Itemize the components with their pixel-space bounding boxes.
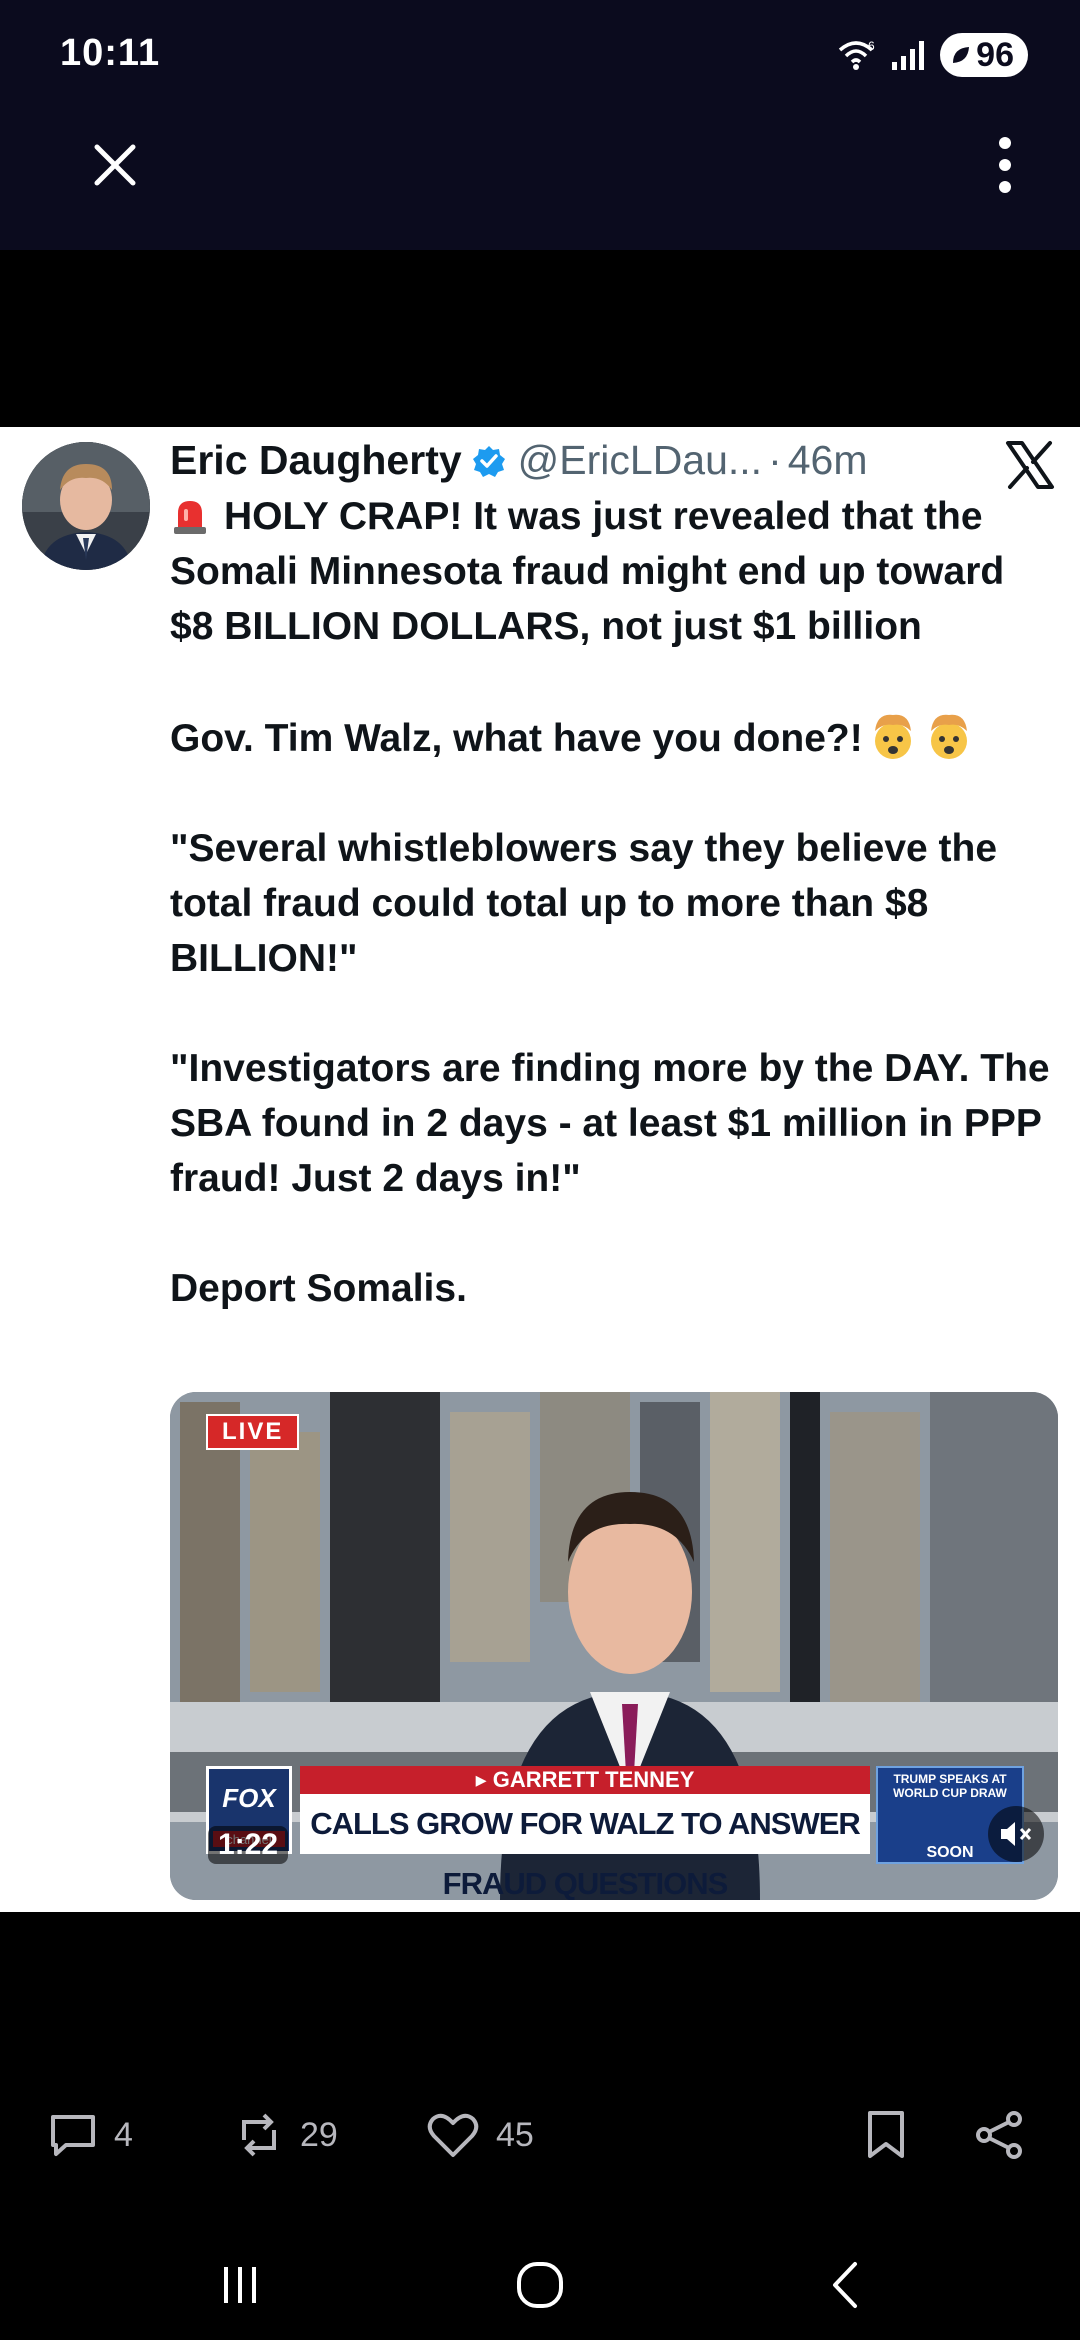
top-bar: 10:11 6 96 (0, 0, 1080, 250)
tweet-video[interactable]: LIVE FOX channel ▸ GARRETT TENNEY CALLS … (170, 1392, 1058, 2327)
news-ticker: FOX channel ▸ GARRETT TENNEY CALLS GROW … (170, 1766, 1058, 1900)
repost-button[interactable]: 29 (234, 2100, 338, 2170)
promo-text: TRUMP SPEAKS AT WORLD CUP DRAW (893, 1772, 1007, 1800)
tweet-paragraph-2: Gov. Tim Walz, what have you done?! (170, 717, 863, 760)
close-button[interactable] (80, 130, 150, 200)
exploding-head-emoji-icon (874, 714, 911, 759)
share-button[interactable] (974, 2100, 1024, 2170)
volume-muted-icon (1001, 1822, 1032, 1846)
heart-icon (427, 2113, 479, 2157)
more-vertical-icon (999, 137, 1011, 193)
tweet-paragraph-3: "Several whistleblowers say they believe… (170, 827, 998, 980)
home-icon (517, 2262, 563, 2308)
like-button[interactable]: 45 (426, 2100, 534, 2170)
video-duration: 1:22 (208, 1826, 289, 1864)
exploding-head-emoji-icon (930, 714, 967, 759)
status-icons: 6 96 (836, 30, 1028, 80)
live-badge: LIVE (206, 1414, 300, 1450)
signal-icon (892, 41, 925, 70)
recent-apps-icon (224, 2267, 256, 2303)
action-bar: 4 29 45 (0, 2100, 1080, 2180)
reply-icon (51, 2115, 95, 2156)
bookmark-icon (868, 2111, 904, 2158)
reporter-name: ▸ GARRETT TENNEY (300, 1766, 870, 1794)
tweet-paragraph: Gov. Tim Walz, what have you done?! (170, 709, 1050, 766)
status-time: 10:11 (60, 32, 161, 74)
tweet-paragraph-5: Deport Somalis. (170, 1267, 467, 1310)
svg-text:FOX: FOX (222, 1783, 277, 1813)
home-button[interactable] (505, 2250, 575, 2320)
like-count: 45 (496, 2115, 534, 2154)
battery-indicator: 96 (940, 33, 1028, 77)
leaf-icon (953, 47, 970, 63)
wifi-icon: 6 (839, 39, 875, 70)
meta-separator: · (768, 437, 782, 483)
more-options-button[interactable] (970, 130, 1040, 200)
mute-button[interactable] (988, 1806, 1044, 1862)
tweet-paragraph-1: HOLY CRAP! It was just revealed that the… (170, 495, 1005, 648)
tweet-paragraph: HOLY CRAP! It was just revealed that the… (170, 489, 1050, 654)
x-logo-icon (1006, 441, 1054, 489)
tweet-time: 46m (787, 437, 868, 483)
repost-icon (242, 2113, 276, 2157)
battery-level: 96 (976, 35, 1014, 74)
tweet-card[interactable]: Eric Daugherty @EricLDau... · 46m HOLY C… (0, 427, 1080, 1912)
ticker-headline: CALLS GROW FOR WALZ TO ANSWER FRAUD QUES… (300, 1794, 870, 1900)
video-player[interactable]: LIVE FOX channel ▸ GARRETT TENNEY CALLS … (170, 1392, 1058, 1900)
bookmark-button[interactable] (864, 2100, 908, 2170)
author-handle[interactable]: @EricLDau... (518, 437, 762, 484)
recent-apps-button[interactable] (205, 2250, 275, 2320)
siren-emoji-icon (174, 501, 206, 534)
author-name[interactable]: Eric Daugherty (170, 437, 462, 484)
close-icon (94, 144, 136, 186)
repost-count: 29 (300, 2115, 338, 2154)
verified-badge-icon (472, 444, 506, 478)
reply-count: 4 (114, 2115, 133, 2154)
share-icon (976, 2111, 1022, 2159)
svg-text:6: 6 (868, 39, 875, 53)
back-icon (833, 2262, 857, 2308)
tweet-header: Eric Daugherty @EricLDau... · 46m (170, 437, 990, 484)
avatar[interactable] (22, 442, 150, 570)
back-button[interactable] (810, 2250, 880, 2320)
reply-button[interactable]: 4 (48, 2100, 133, 2170)
tweet-text: HOLY CRAP! It was just revealed that the… (170, 489, 1050, 1316)
tweet-paragraph-4: "Investigators are finding more by the D… (170, 1047, 1050, 1200)
system-nav-bar (0, 2230, 1080, 2340)
